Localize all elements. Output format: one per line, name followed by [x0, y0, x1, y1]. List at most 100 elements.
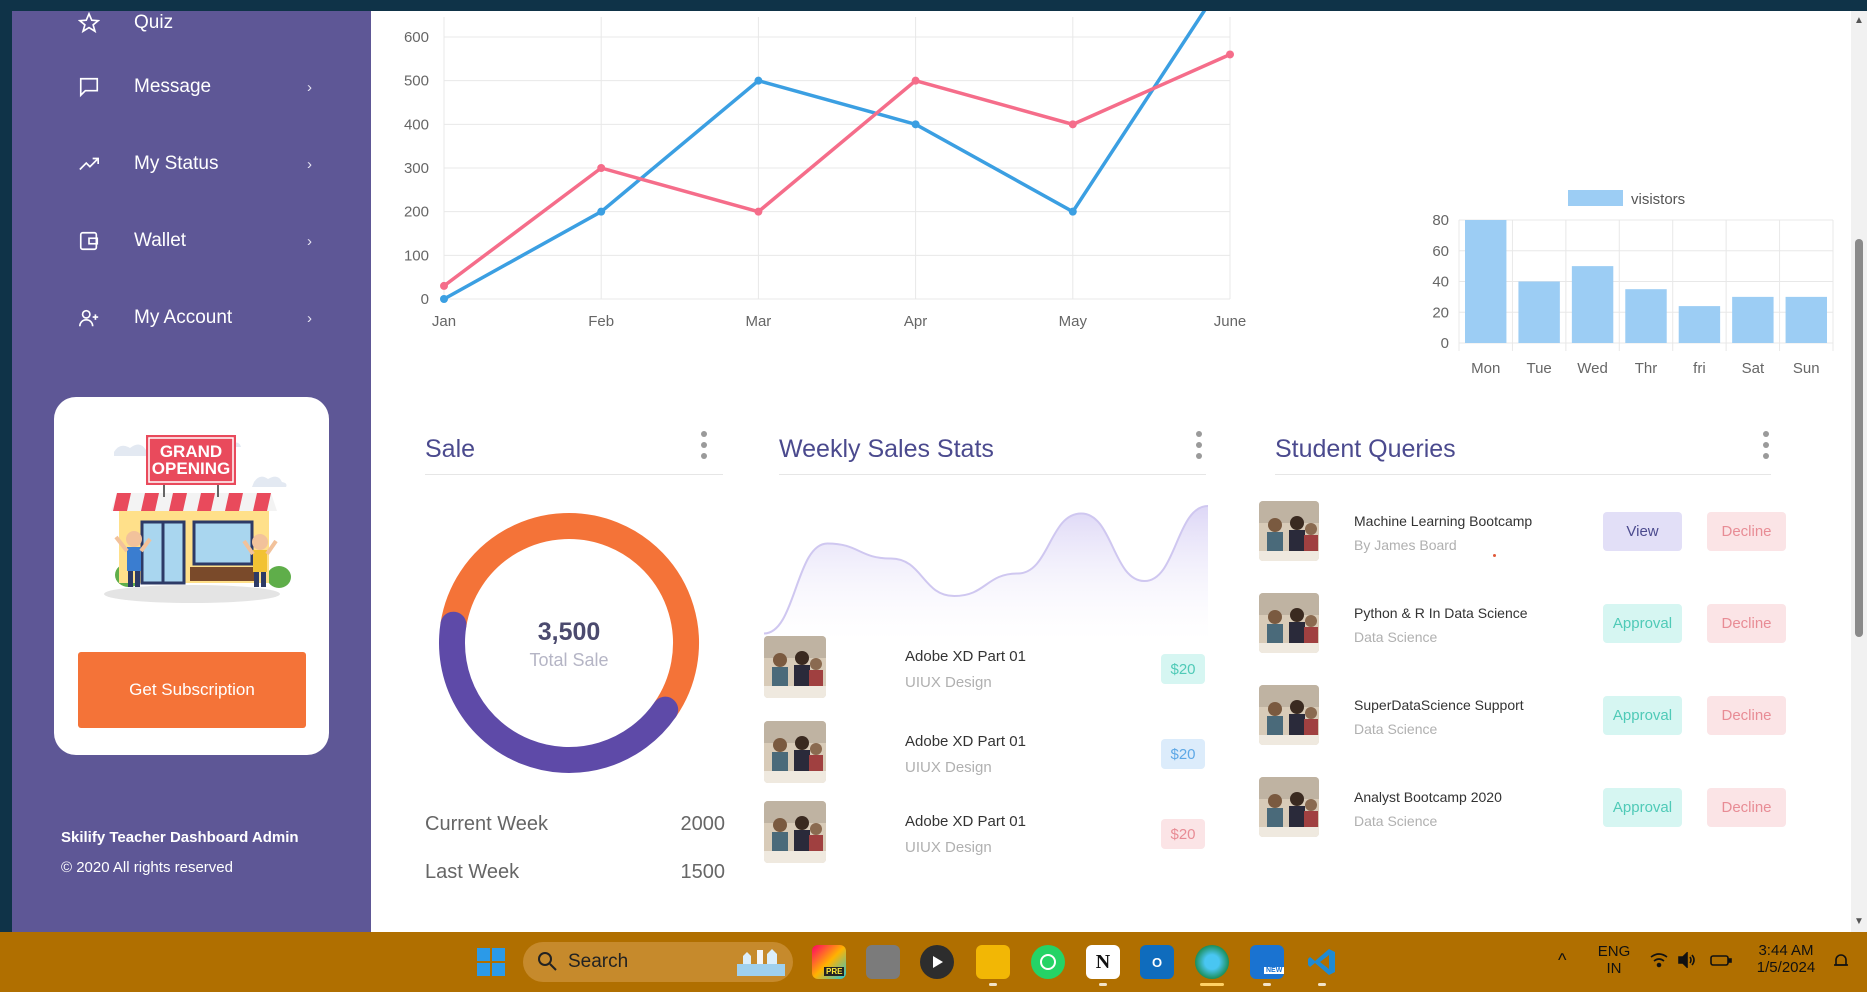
sale-row-label: Current Week — [425, 813, 549, 835]
outlook-new-icon[interactable]: NEW — [1250, 945, 1285, 979]
query-subtitle: By James Board — [1354, 537, 1457, 553]
notification-icon[interactable] — [1832, 952, 1850, 974]
query-title: Analyst Bootcamp 2020 — [1354, 789, 1502, 805]
x-tick-label: fri — [1693, 360, 1706, 377]
decline-button[interactable]: Decline — [1707, 604, 1786, 643]
windows-start-icon[interactable] — [474, 945, 508, 979]
scroll-up-icon[interactable]: ▲ — [1854, 15, 1864, 26]
x-tick-label: Wed — [1577, 360, 1608, 377]
x-tick-label: Apr — [904, 313, 927, 330]
get-subscription-button[interactable]: Get Subscription — [78, 652, 306, 728]
battery-icon[interactable] — [1710, 952, 1732, 972]
sign-line-2: OPENING — [152, 459, 230, 478]
footer-brand: Skilify Teacher Dashboard Admin — [61, 829, 299, 846]
clock[interactable]: 3:44 AM 1/5/2024 — [1748, 942, 1824, 976]
data-point — [440, 295, 448, 303]
sidebar-item-wallet[interactable]: Wallet › — [12, 213, 371, 269]
y-tick-label: 80 — [1432, 212, 1449, 229]
sidebar-item-my-account[interactable]: My Account › — [12, 290, 371, 346]
grand-opening-illustration: GRAND OPENING — [104, 435, 291, 603]
running-indicator — [1099, 983, 1107, 986]
chevron-up-icon[interactable]: ^ — [1558, 950, 1566, 971]
media-player-icon[interactable] — [920, 945, 954, 979]
volume-icon[interactable] — [1678, 951, 1696, 972]
taskbar-search[interactable]: Search — [523, 942, 793, 982]
data-point — [1068, 120, 1077, 129]
approval-button[interactable]: Approval — [1603, 788, 1682, 827]
approval-button[interactable]: Approval — [1603, 696, 1682, 735]
wifi-icon[interactable] — [1650, 952, 1668, 972]
notion-icon[interactable]: N — [1086, 945, 1120, 979]
line-chart: 600 500 400 300 200 100 0Jan Feb Mar Apr May June — [404, 11, 1246, 330]
scroll-down-icon[interactable]: ▼ — [1854, 916, 1864, 927]
sale-row-value: 1500 — [680, 861, 726, 883]
edge-browser-icon[interactable] — [1195, 945, 1229, 979]
course-thumbnail — [764, 801, 826, 863]
y-tick-label: 0 — [421, 291, 429, 308]
sale-menu-icon[interactable] — [700, 431, 708, 459]
price-badge: $20 — [1161, 739, 1205, 769]
add-user-icon — [76, 305, 102, 331]
query-subtitle: Data Science — [1354, 721, 1438, 737]
query-thumbnail — [1259, 501, 1319, 561]
price-badge: $20 — [1161, 819, 1205, 849]
weekly-sales-menu-icon[interactable] — [1195, 431, 1203, 459]
sidebar-item-label: Quiz — [134, 12, 174, 33]
sidebar-item-my-status[interactable]: My Status › — [12, 136, 371, 192]
price-badge: $20 — [1161, 654, 1205, 684]
decline-button[interactable]: Decline — [1707, 512, 1786, 551]
y-tick-label: 300 — [404, 160, 429, 177]
chevron-right-icon: › — [307, 78, 312, 96]
bar-chart: 80 60 40 20 0 Mon Tue Wed Thr fri Sat Sun visistors — [1432, 190, 1834, 377]
pre-badge: PRE — [824, 967, 845, 976]
data-point — [1068, 207, 1077, 216]
whatsapp-icon[interactable] — [1031, 945, 1065, 979]
query-thumbnail — [1259, 593, 1319, 653]
data-point — [754, 207, 763, 216]
query-title: Python & R In Data Science — [1354, 605, 1528, 621]
area-fill — [764, 506, 1208, 641]
query-subtitle: Data Science — [1354, 813, 1438, 829]
student-queries-menu-icon[interactable] — [1762, 431, 1770, 459]
bar — [1678, 306, 1721, 343]
file-explorer-icon[interactable] — [976, 945, 1010, 979]
data-point — [1226, 50, 1234, 59]
approval-button[interactable]: Approval — [1603, 604, 1682, 643]
outlook-icon[interactable]: O — [1140, 945, 1174, 979]
y-tick-label: 400 — [404, 116, 429, 133]
bar — [1625, 289, 1667, 343]
language-indicator[interactable]: ENG IN — [1597, 943, 1631, 977]
sale-donut-chart: 3,500 Total Sale — [439, 513, 699, 773]
y-tick-label: 40 — [1432, 274, 1449, 291]
scrollbar-thumb[interactable] — [1855, 239, 1863, 637]
window-left-edge — [0, 11, 12, 932]
sidebar-item-label: My Status — [134, 153, 219, 174]
decline-button[interactable]: Decline — [1707, 788, 1786, 827]
data-point — [440, 281, 448, 290]
course-category: UIUX Design — [905, 674, 992, 691]
sidebar-item-message[interactable]: Message › — [12, 59, 371, 115]
bar — [1518, 281, 1560, 343]
data-point — [911, 76, 920, 85]
legend-label: visistors — [1631, 191, 1685, 208]
search-icon — [537, 951, 557, 976]
decline-button[interactable]: Decline — [1707, 696, 1786, 735]
vertical-scrollbar[interactable]: ▲ ▼ — [1851, 11, 1867, 932]
chevron-right-icon: › — [307, 232, 312, 250]
y-tick-label: 500 — [404, 73, 429, 90]
running-indicator — [1263, 983, 1271, 986]
view-button[interactable]: View — [1603, 512, 1682, 551]
sidebar-item-label: My Account — [134, 307, 233, 328]
x-tick-label: Sun — [1793, 360, 1820, 377]
x-tick-label: Jan — [432, 313, 456, 330]
vscode-icon[interactable] — [1305, 945, 1339, 979]
sale-total-label: Total Sale — [529, 650, 608, 670]
course-category: UIUX Design — [905, 759, 992, 776]
copilot-preview-icon[interactable]: PRE — [812, 945, 846, 979]
message-icon — [76, 74, 102, 100]
legend-swatch — [1568, 190, 1623, 206]
wallet-icon — [76, 228, 102, 254]
bar — [1732, 296, 1774, 343]
sidebar-item-quiz[interactable]: Quiz — [12, 0, 371, 51]
task-view-icon[interactable] — [866, 945, 900, 979]
